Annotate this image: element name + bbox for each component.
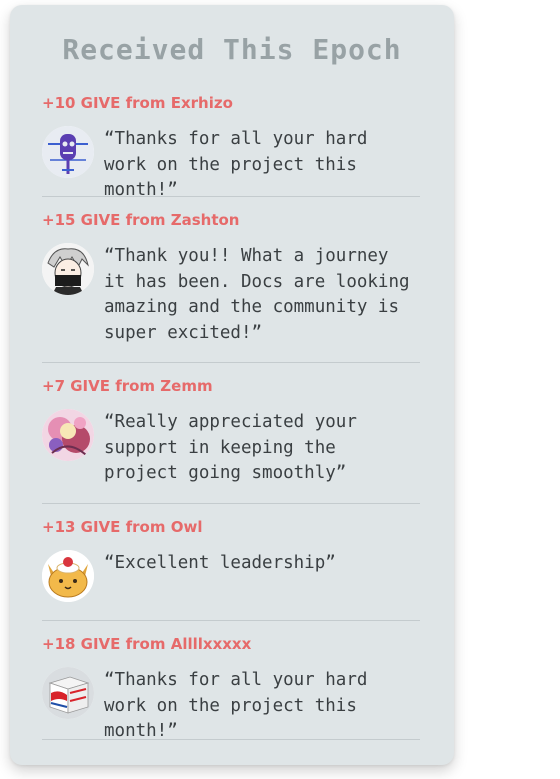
entry-divider — [42, 362, 420, 363]
give-entry: +18 GIVE from Allllxxxxx “Thanks for all… — [42, 634, 420, 745]
blue-robot-avatar — [42, 126, 94, 178]
entry-divider — [42, 196, 420, 197]
entry-divider — [42, 503, 420, 504]
colorful-art-avatar — [42, 409, 94, 461]
give-amount-label: +10 GIVE from Exrhizo — [42, 94, 233, 112]
entry-divider — [42, 739, 420, 740]
give-amount-label: +15 GIVE from Zashton — [42, 211, 240, 229]
brillo-box-avatar — [42, 667, 94, 719]
anime-character-avatar — [42, 243, 94, 295]
give-entry: +15 GIVE from Zashton “Thank you!! What … — [42, 210, 420, 346]
give-entry: +7 GIVE from Zemm “Really appreciated yo… — [42, 376, 420, 487]
give-amount-label: +7 GIVE from Zemm — [42, 377, 213, 395]
give-message: “Really appreciated your support in keep… — [104, 412, 357, 483]
give-message: “Thanks for all your hard work on the pr… — [104, 670, 368, 741]
give-message: “Thanks for all your hard work on the pr… — [104, 129, 368, 200]
card-title: Received This Epoch — [62, 33, 402, 66]
give-message: “Excellent leadership” — [104, 553, 336, 573]
cat-cake-avatar — [42, 550, 94, 602]
give-amount-label: +18 GIVE from Allllxxxxx — [42, 635, 252, 653]
entry-divider — [42, 620, 420, 621]
give-message: “Thank you!! What a journey it has been.… — [104, 246, 410, 343]
received-epoch-card: Received This Epoch +10 GIVE from Exrhiz… — [10, 5, 454, 765]
give-entry: +13 GIVE from Owl “Excellent leadership” — [42, 517, 420, 602]
give-amount-label: +13 GIVE from Owl — [42, 518, 203, 536]
give-entry: +10 GIVE from Exrhizo “Thanks for all yo… — [42, 93, 420, 204]
